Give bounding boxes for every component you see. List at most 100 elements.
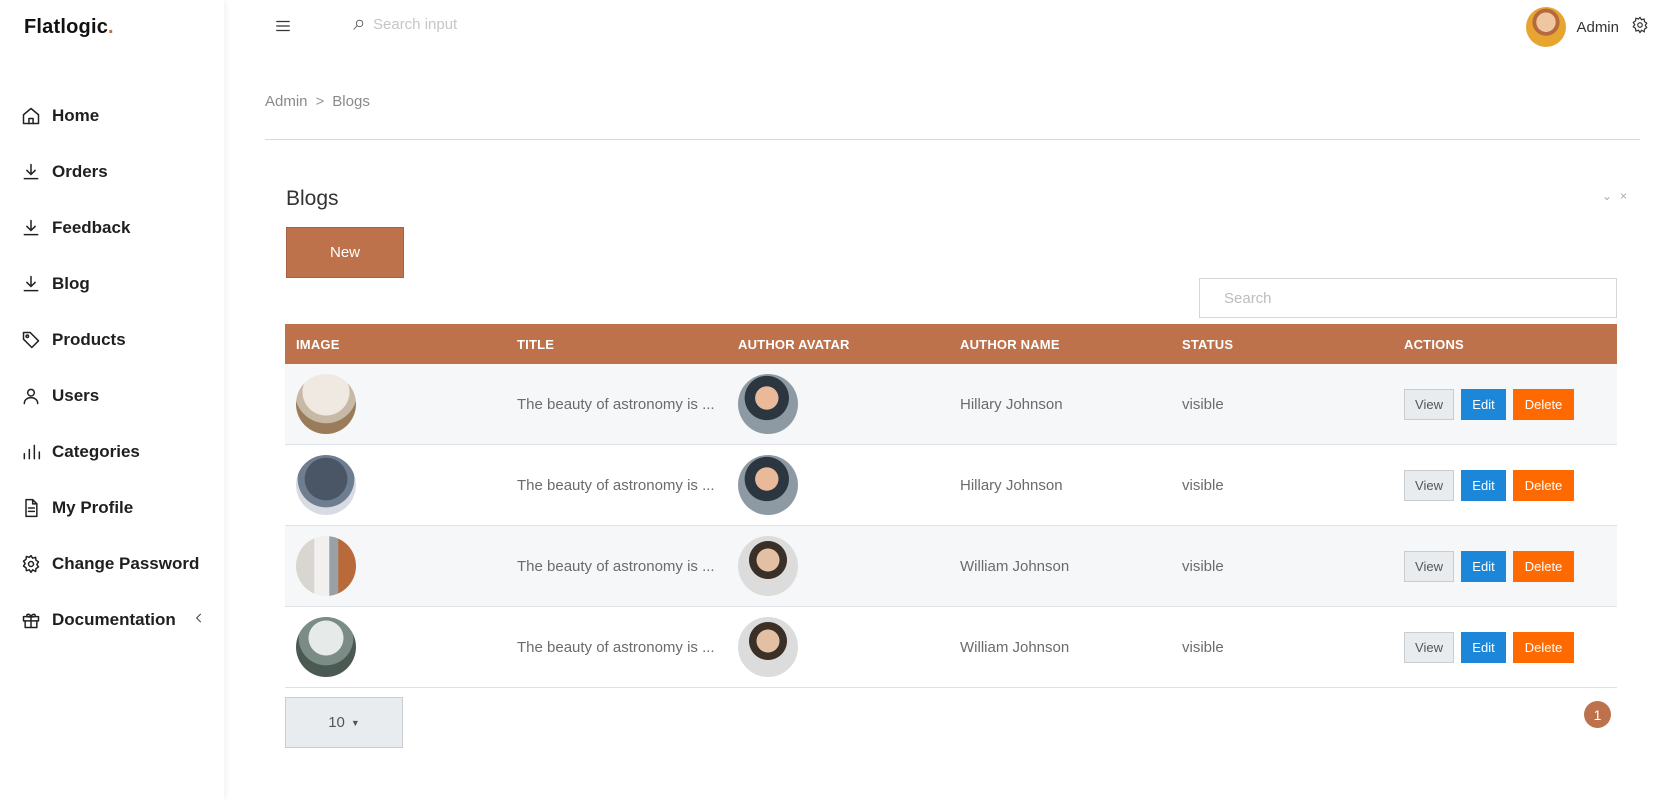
column-header-title[interactable]: TITLE [506,337,727,352]
author-name: Hillary Johnson [960,395,1063,413]
column-header-author-name[interactable]: AUTHOR NAME [949,337,1171,352]
edit-button[interactable]: Edit [1461,631,1506,663]
sidebar-item-users[interactable]: Users [0,368,224,424]
top-header: Admin [224,0,1657,54]
sidebar-item-documentation[interactable]: Documentation [0,592,224,648]
edit-button[interactable]: Edit [1461,469,1506,501]
author-name: William Johnson [960,638,1070,656]
search-icon [353,19,364,30]
column-header-status[interactable]: STATUS [1171,337,1393,352]
logo-dot: . [108,16,114,38]
gift-icon [20,609,42,631]
sidebar-item-categories[interactable]: Categories [0,424,224,480]
blogs-table: IMAGE TITLE AUTHOR AVATAR AUTHOR NAME ST… [285,324,1617,688]
table-search-input[interactable] [1199,278,1617,318]
blog-image [296,455,356,515]
breadcrumb-separator: > [315,93,325,110]
breadcrumb: Admin > Blogs [265,93,370,110]
download-icon [20,161,42,183]
divider [265,139,1640,140]
blog-image [296,536,356,596]
header-search-input[interactable] [373,16,593,33]
sidebar-item-label: Feedback [52,218,131,237]
logo[interactable]: Flatlogic. [24,16,114,39]
view-button[interactable]: View [1404,550,1454,582]
breadcrumb-root[interactable]: Admin [265,93,308,110]
sidebar-nav: Home Orders Feedback Blog Products Users… [0,88,224,648]
download-icon [20,217,42,239]
delete-button[interactable]: Delete [1513,388,1574,420]
edit-button[interactable]: Edit [1461,550,1506,582]
author-avatar [738,536,798,596]
chevron-down-icon: ▼ [350,717,360,728]
sidebar-item-label: Products [52,330,126,349]
sidebar-item-label: Users [52,386,100,405]
table-header: IMAGE TITLE AUTHOR AVATAR AUTHOR NAME ST… [285,324,1617,364]
table-row[interactable]: The beauty of astronomy is ... William J… [285,526,1617,607]
delete-button[interactable]: Delete [1513,550,1574,582]
column-header-author-avatar[interactable]: AUTHOR AVATAR [727,337,949,352]
avatar[interactable] [1526,7,1567,47]
author-avatar [738,374,798,434]
edit-button[interactable]: Edit [1461,388,1506,420]
download-icon [20,273,42,295]
sidebar-item-orders[interactable]: Orders [0,144,224,200]
blog-image [296,617,356,677]
tag-icon [20,329,42,351]
menu-toggle-icon[interactable] [274,17,292,35]
sidebar-item-label: Documentation [52,610,176,629]
sidebar-item-blog[interactable]: Blog [0,256,224,312]
delete-button[interactable]: Delete [1513,631,1574,663]
chevron-left-icon[interactable] [192,611,206,630]
column-header-image[interactable]: IMAGE [285,337,506,352]
blog-title: The beauty of astronomy is ... [517,395,715,413]
pagination-page-button[interactable]: 1 [1584,701,1611,728]
document-icon [20,497,42,519]
sidebar-item-feedback[interactable]: Feedback [0,200,224,256]
sidebar-item-home[interactable]: Home [0,88,224,144]
page-size-select[interactable]: 10 ▼ [285,697,403,748]
blog-image [296,374,356,434]
delete-button[interactable]: Delete [1513,469,1574,501]
sidebar-item-label: Blog [52,274,90,293]
view-button[interactable]: View [1404,388,1454,420]
author-name: Hillary Johnson [960,476,1063,494]
bar-chart-icon [20,441,42,463]
blog-title: The beauty of astronomy is ... [517,638,715,656]
collapse-icon[interactable]: ⌄ [1602,189,1612,203]
logo-text: Flatlogic [24,16,109,38]
table-row[interactable]: The beauty of astronomy is ... William J… [285,607,1617,688]
breadcrumb-current: Blogs [332,93,370,110]
sidebar: Flatlogic. Home Orders Feedback Blog Pro… [0,0,224,800]
user-name[interactable]: Admin [1576,19,1619,36]
status-text: visible [1182,557,1224,575]
status-text: visible [1182,638,1224,656]
table-body: The beauty of astronomy is ... Hillary J… [285,364,1617,688]
author-avatar [738,455,798,515]
view-button[interactable]: View [1404,631,1454,663]
blog-title: The beauty of astronomy is ... [517,476,715,494]
gear-icon [20,553,42,575]
home-icon [20,105,42,127]
sidebar-item-change-password[interactable]: Change Password [0,536,224,592]
table-row[interactable]: The beauty of astronomy is ... Hillary J… [285,364,1617,445]
sidebar-item-label: My Profile [52,498,134,517]
sidebar-item-label: Home [52,106,100,125]
status-text: visible [1182,395,1224,413]
close-icon[interactable]: × [1620,189,1627,203]
column-header-actions: ACTIONS [1404,336,1464,352]
settings-gear-icon[interactable] [1631,16,1657,39]
table-row[interactable]: The beauty of astronomy is ... Hillary J… [285,445,1617,526]
sidebar-item-my-profile[interactable]: My Profile [0,480,224,536]
sidebar-item-label: Change Password [52,554,200,573]
sidebar-item-label: Orders [52,162,108,181]
card-tools: ⌄ × [1602,189,1627,203]
view-button[interactable]: View [1404,469,1454,501]
page-title: Blogs [286,187,339,210]
status-text: visible [1182,476,1224,494]
user-icon [20,385,42,407]
new-button[interactable]: New [286,227,404,278]
user-menu[interactable]: Admin [1526,7,1657,47]
header-search [352,16,593,33]
sidebar-item-products[interactable]: Products [0,312,224,368]
